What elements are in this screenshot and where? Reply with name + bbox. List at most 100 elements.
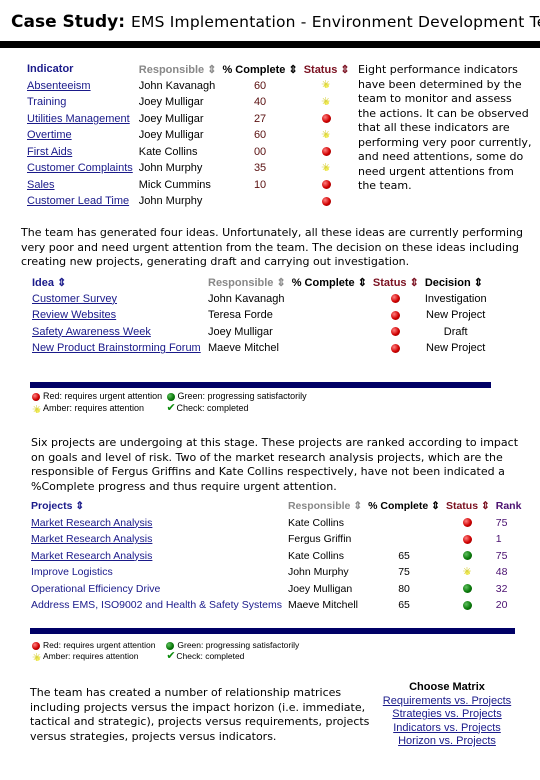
project-link[interactable]: Operational Efficiency Drive xyxy=(31,583,160,595)
case-study-label: Case Study: xyxy=(11,12,126,32)
responsible-cell: Teresa Forde xyxy=(208,309,273,322)
responsible-cell: Maeve Mitchel xyxy=(208,342,279,355)
responsible-cell: John Kavanagh xyxy=(138,79,216,92)
amber-status-icon xyxy=(321,94,332,110)
project-link[interactable]: Improve Logistics xyxy=(31,566,113,578)
choose-matrix-panel: Choose Matrix Requirements vs. Projects … xyxy=(372,681,522,749)
indicator-link[interactable]: First Aids xyxy=(27,146,72,158)
responsible-cell: Joey Mulligar xyxy=(208,325,273,338)
col-indicator[interactable]: Indicator xyxy=(24,61,136,78)
green-status-icon xyxy=(166,392,175,401)
red-status-icon xyxy=(32,392,40,401)
idea-link[interactable]: Safety Awareness Week xyxy=(32,326,151,338)
projects-intro: Six projects are undergoing at this stag… xyxy=(31,436,519,493)
status-cell xyxy=(370,291,422,308)
col-projects[interactable]: Projects ⇕ xyxy=(28,498,285,515)
status-cell xyxy=(301,111,353,128)
idea-link[interactable]: New Product Brainstorming Forum xyxy=(32,342,201,354)
indicator-link[interactable]: Utilities Management xyxy=(27,113,130,125)
project-link[interactable]: Address EMS, ISO9002 and Health & Safety… xyxy=(31,599,282,611)
complete-cell xyxy=(289,340,370,357)
responsible-cell: Kate Collins xyxy=(138,145,198,158)
amber-status-icon xyxy=(462,564,473,580)
status-cell xyxy=(443,531,493,548)
responsible-cell: Joey Mulligar xyxy=(138,96,204,109)
ideas-table: Idea ⇕ Responsible ⇕ % Complete ⇕ Status… xyxy=(29,274,490,357)
project-row: Market Research Analysis Fergus Griffin 1 xyxy=(28,531,524,548)
responsible-cell: Maeve Mitchell xyxy=(287,599,358,612)
col-decision[interactable]: Decision ⇕ xyxy=(422,274,490,291)
idea-row: Safety Awareness Week Joey Mulligar Draft xyxy=(29,324,490,341)
status-cell xyxy=(443,597,493,614)
projects-header-row: Projects ⇕ Responsible ⇕ % Complete ⇕ St… xyxy=(28,498,524,515)
project-link[interactable]: Market Research Analysis xyxy=(31,550,152,562)
indicator-row: Utilities Management Joey Mulligar 27 xyxy=(24,111,353,128)
col-complete[interactable]: % Complete ⇕ xyxy=(289,274,370,291)
indicator-link[interactable]: Customer Lead Time xyxy=(27,195,129,207)
col-complete[interactable]: % Complete ⇕ xyxy=(219,61,300,78)
indicator-link[interactable]: Absenteeism xyxy=(27,80,91,92)
status-cell xyxy=(301,77,353,95)
project-link[interactable]: Market Research Analysis xyxy=(31,533,152,545)
idea-row: Review Websites Teresa Forde New Project xyxy=(29,307,490,324)
complete-cell: 75 xyxy=(398,566,410,579)
col-responsible[interactable]: Responsible ⇕ xyxy=(136,61,220,78)
complete-cell: 40 xyxy=(253,96,267,109)
col-status[interactable]: Status ⇕ xyxy=(370,274,422,291)
complete-cell xyxy=(219,193,300,210)
red-status-icon xyxy=(463,518,473,528)
status-cell xyxy=(301,127,353,144)
complete-cell: 60 xyxy=(253,129,267,142)
matrix-link-requirements[interactable]: Requirements vs. Projects xyxy=(372,695,522,709)
idea-link[interactable]: Review Websites xyxy=(32,309,116,321)
red-status-icon xyxy=(391,310,401,320)
green-status-icon xyxy=(463,551,473,561)
col-idea[interactable]: Idea ⇕ xyxy=(29,274,205,291)
green-status-icon xyxy=(166,641,175,650)
section-divider xyxy=(30,382,491,388)
col-rank[interactable]: Rank xyxy=(493,498,525,515)
col-responsible[interactable]: Responsible ⇕ xyxy=(285,498,365,515)
project-row: Operational Efficiency Drive Joey Mulliga… xyxy=(28,581,524,598)
col-complete[interactable]: % Complete ⇕ xyxy=(365,498,443,515)
legend-green: Green: progressing satisfactorily xyxy=(177,391,307,401)
indicator-link[interactable]: Training xyxy=(27,96,66,108)
responsible-cell: Kate Collins xyxy=(287,549,344,562)
complete-cell xyxy=(289,324,370,341)
legend-red: Red: requires urgent attention xyxy=(43,640,156,650)
matrices-intro: The team has created a number of relatio… xyxy=(30,686,370,743)
red-status-icon xyxy=(322,114,332,124)
col-responsible[interactable]: Responsible ⇕ xyxy=(205,274,289,291)
ideas-intro: The team has generated four ideas. Unfor… xyxy=(21,226,524,268)
matrix-link-strategies[interactable]: Strategies vs. Projects xyxy=(372,708,522,722)
matrix-link-indicators[interactable]: Indicators vs. Projects xyxy=(372,722,522,736)
status-cell xyxy=(301,177,353,194)
amber-status-icon xyxy=(32,402,41,418)
complete-cell: 80 xyxy=(398,582,410,595)
amber-status-icon xyxy=(321,127,332,143)
red-status-icon xyxy=(32,641,40,650)
complete-cell xyxy=(289,307,370,324)
status-cell xyxy=(443,581,493,598)
project-link[interactable]: Market Research Analysis xyxy=(31,517,152,529)
col-status[interactable]: Status ⇕ xyxy=(301,61,353,78)
legend-check: Check: completed xyxy=(176,651,245,661)
indicator-link[interactable]: Sales xyxy=(27,179,55,191)
indicators-note: Eight performance indicators have been d… xyxy=(358,63,532,192)
status-cell xyxy=(443,564,493,581)
indicator-link[interactable]: Overtime xyxy=(27,129,72,141)
status-legend: Red: requires urgent attention Green: pr… xyxy=(32,390,307,418)
indicator-link[interactable]: Customer Complaints xyxy=(27,162,133,174)
status-cell xyxy=(370,307,422,324)
complete-cell xyxy=(365,531,443,548)
matrix-link-horizon[interactable]: Horizon vs. Projects xyxy=(372,735,522,749)
col-status[interactable]: Status ⇕ xyxy=(443,498,493,515)
project-row: Improve Logistics John Murphy 75 48 xyxy=(28,564,524,581)
idea-link[interactable]: Customer Survey xyxy=(32,293,117,305)
complete-cell: 00 xyxy=(253,145,267,158)
rank-cell: 1 xyxy=(495,533,502,546)
status-cell xyxy=(301,94,353,111)
legend-green: Green: progressing satisfactorily xyxy=(177,640,300,650)
responsible-cell: John Murphy xyxy=(138,195,203,208)
complete-cell: 65 xyxy=(398,549,410,562)
